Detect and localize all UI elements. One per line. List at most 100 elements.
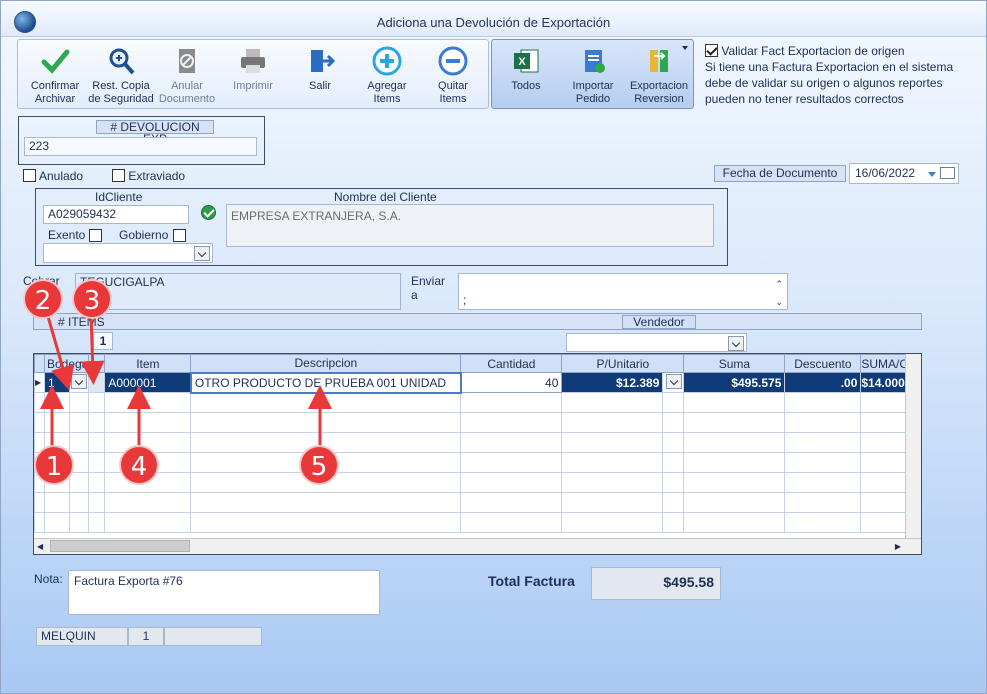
exit-door-icon <box>311 50 335 72</box>
remove-circle-icon <box>438 46 468 76</box>
chevron-down-icon[interactable] <box>728 336 744 351</box>
gobierno-checkbox[interactable] <box>173 229 186 242</box>
app-window: Adiciona una Devolución de Exportación C… <box>0 0 987 694</box>
enviar-input[interactable]: ; ⌃ ⌄ <box>458 273 788 310</box>
header-punitario[interactable]: P/Unitario <box>561 354 685 373</box>
nota-input[interactable]: Factura Exporta #76 <box>68 570 380 615</box>
scroll-down-icon[interactable]: ⌄ <box>775 294 783 310</box>
table-row[interactable] <box>34 452 910 473</box>
confirm-archive-button[interactable]: Confirmar Archivar <box>19 44 91 106</box>
cell-descuento[interactable]: .00 <box>784 372 862 393</box>
extraviado-label: Extraviado <box>128 169 186 183</box>
vertical-scrollbar[interactable] <box>905 354 921 538</box>
idcliente-input[interactable]: A029059432 <box>43 205 189 224</box>
fecha-dropdown-icon[interactable] <box>928 172 936 177</box>
client-type-select[interactable] <box>43 243 213 263</box>
header-blank <box>88 354 106 373</box>
print-button[interactable]: Imprimir <box>217 44 289 106</box>
extraviado-checkbox[interactable] <box>112 169 126 182</box>
chevron-down-icon[interactable] <box>71 374 88 389</box>
nombre-cliente-input[interactable]: EMPRESA EXTRANJERA, S.A. <box>226 204 714 247</box>
validate-checkbox[interactable] <box>705 44 718 57</box>
restore-backup-button[interactable]: Rest. Copia de Seguridad <box>85 44 157 106</box>
cell-descripcion[interactable]: OTRO PRODUCTO DE PRUEBA 001 UNIDAD <box>189 371 462 394</box>
horizontal-scrollbar[interactable]: ◀ ▶ <box>34 538 921 554</box>
confirm-archive-label: Confirmar Archivar <box>30 80 80 105</box>
excel-all-button[interactable]: X Todos <box>490 44 562 106</box>
header-cantidad[interactable]: Cantidad <box>460 354 563 373</box>
export-reversion-button[interactable]: Exportacion Reversion <box>623 44 695 106</box>
header-bodega[interactable]: Bodega <box>43 354 90 373</box>
anulado-checkbox[interactable] <box>23 169 36 182</box>
table-row[interactable] <box>34 412 910 433</box>
status-blank <box>164 627 262 646</box>
table-row[interactable] <box>34 512 910 533</box>
scroll-up-icon[interactable]: ⌃ <box>775 276 783 292</box>
table-row[interactable] <box>34 432 910 453</box>
chevron-down-icon[interactable] <box>666 374 683 389</box>
cell-punitario[interactable]: $12.389 <box>561 372 664 393</box>
add-circle-icon <box>372 46 402 76</box>
scroll-left-icon[interactable]: ◀ <box>37 542 43 551</box>
header-descripcion[interactable]: Descripcion <box>190 354 462 373</box>
void-document-button[interactable]: Anular Documento <box>151 44 223 106</box>
table-row[interactable] <box>34 472 910 493</box>
status-number: 1 <box>128 627 164 646</box>
header-descuento[interactable]: Descuento <box>784 354 862 373</box>
punitario-dropdown-cell[interactable] <box>662 372 685 393</box>
enviar-value: ; <box>463 293 467 307</box>
table-row[interactable]: ▶ 1 A000001 OTRO PRODUCTO DE PRUEBA 001 … <box>34 371 910 394</box>
annotation-marker-4: 4 <box>119 445 159 485</box>
cell-cantidad[interactable]: 40 <box>460 372 563 393</box>
window-title: Adiciona una Devolución de Exportación <box>376 15 611 30</box>
header-suma[interactable]: Suma <box>683 354 786 373</box>
annotation-marker-2: 2 <box>23 279 63 319</box>
svg-text:X: X <box>518 56 526 68</box>
fecha-label: Fecha de Documento <box>714 165 846 182</box>
devolucion-label: # DEVOLUCION EXP <box>96 120 214 145</box>
calendar-icon[interactable] <box>940 167 955 179</box>
annotation-marker-1: 1 <box>34 445 74 485</box>
cell-suma[interactable]: $495.575 <box>683 372 786 393</box>
chevron-down-icon[interactable] <box>194 246 210 261</box>
remove-items-button[interactable]: Quitar Items <box>417 44 489 106</box>
table-row[interactable] <box>34 492 910 513</box>
cell-item[interactable]: A000001 <box>104 372 192 393</box>
client-ok-icon[interactable] <box>201 205 216 220</box>
annotation-marker-3: 3 <box>72 279 112 319</box>
grid-header-row: Bodega Item Descripcion Cantidad P/Unita… <box>34 354 910 373</box>
add-items-button[interactable]: Agregar Items <box>351 44 423 106</box>
status-user: MELQUIN <box>36 627 128 646</box>
scroll-thumb[interactable] <box>50 540 190 552</box>
anulado-label: Anulado <box>39 169 84 183</box>
cell-blank[interactable] <box>88 372 106 393</box>
devolucion-input[interactable]: 223 <box>24 137 257 156</box>
items-section: # ITEMS Vendedor 1 Bodega Item Descripci… <box>33 313 922 555</box>
excel-all-label: Todos <box>511 80 541 92</box>
table-row[interactable] <box>34 392 910 413</box>
items-tab[interactable]: # ITEMS Vendedor <box>33 313 922 330</box>
vendedor-select[interactable] <box>566 333 747 352</box>
import-order-label: Importar Pedido <box>572 80 614 105</box>
exento-checkbox[interactable] <box>89 229 102 242</box>
import-order-button[interactable]: Importar Pedido <box>557 44 629 106</box>
exit-button[interactable]: Salir <box>284 44 356 106</box>
header-sumac[interactable]: SUMA/C <box>860 354 910 373</box>
exento-label: Exento <box>48 228 86 242</box>
item-count: 1 <box>93 332 113 350</box>
devolucion-box: # DEVOLUCION EXP 223 <box>18 116 265 165</box>
scroll-right-icon[interactable]: ▶ <box>895 542 901 551</box>
bodega-dropdown-cell[interactable] <box>69 372 90 393</box>
header-item[interactable]: Item <box>104 354 192 373</box>
toolbar-dropdown-icon[interactable] <box>682 46 688 50</box>
add-items-label: Agregar Items <box>367 80 407 105</box>
excel-icon: X <box>514 49 539 73</box>
cell-sumac[interactable]: $14.000 <box>860 372 910 393</box>
cobrar-input[interactable]: TEGUCIGALPA <box>75 273 401 310</box>
row-indicator-icon: ▶ <box>34 372 45 393</box>
gobierno-label: Gobierno <box>119 228 169 242</box>
fecha-input[interactable]: 16/06/2022 <box>849 163 959 184</box>
exit-label: Salir <box>308 80 331 92</box>
validate-note: Si tiene una Factura Exportacion en el s… <box>705 60 954 106</box>
cell-bodega[interactable]: 1 <box>43 372 71 393</box>
